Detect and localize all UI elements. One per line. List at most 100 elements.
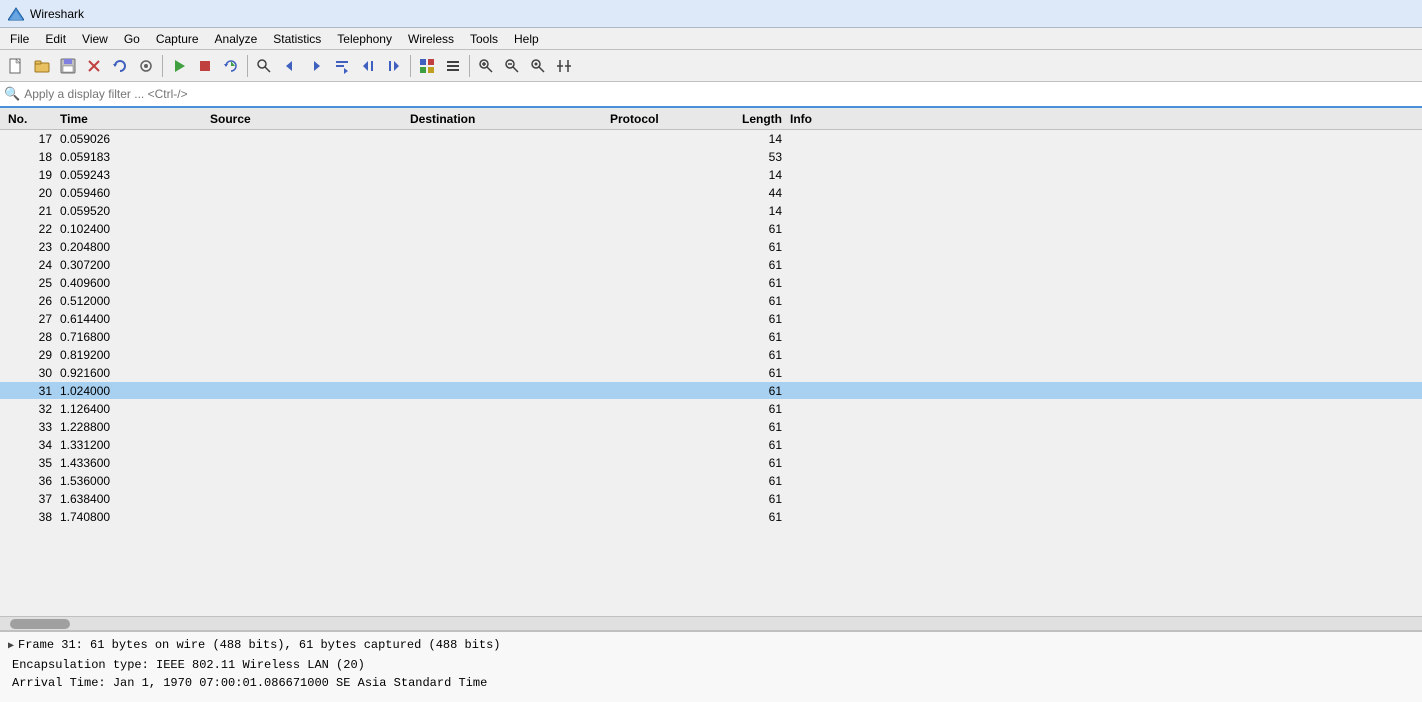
table-row[interactable]: 23 0.204800 61 [0, 238, 1422, 256]
cell-no: 33 [0, 420, 60, 434]
cell-no: 34 [0, 438, 60, 452]
go-forward-icon[interactable] [304, 54, 328, 78]
table-row[interactable]: 32 1.126400 61 [0, 400, 1422, 418]
cell-len: 61 [710, 492, 790, 506]
cell-time: 0.059026 [60, 132, 210, 146]
table-row[interactable]: 18 0.059183 53 [0, 148, 1422, 166]
table-row[interactable]: 30 0.921600 61 [0, 364, 1422, 382]
go-to-packet-icon[interactable] [330, 54, 354, 78]
cell-no: 29 [0, 348, 60, 362]
table-row[interactable]: 25 0.409600 61 [0, 274, 1422, 292]
cell-time: 1.228800 [60, 420, 210, 434]
cell-no: 22 [0, 222, 60, 236]
packet-list-container: No. Time Source Destination Protocol Len… [0, 108, 1422, 616]
table-row[interactable]: 31 1.024000 61 [0, 382, 1422, 400]
cell-no: 26 [0, 294, 60, 308]
table-row[interactable]: 34 1.331200 61 [0, 436, 1422, 454]
table-row[interactable]: 28 0.716800 61 [0, 328, 1422, 346]
menu-item-view[interactable]: View [74, 28, 116, 50]
table-row[interactable]: 24 0.307200 61 [0, 256, 1422, 274]
main-container: No. Time Source Destination Protocol Len… [0, 108, 1422, 702]
filter-icon: 🔍 [4, 86, 20, 102]
menu-item-wireless[interactable]: Wireless [400, 28, 462, 50]
packet-list: 17 0.059026 14 18 0.059183 53 19 0.05924… [0, 130, 1422, 526]
menu-item-analyze[interactable]: Analyze [207, 28, 266, 50]
toolbar [0, 50, 1422, 82]
zoom-normal-icon[interactable] [526, 54, 550, 78]
table-row[interactable]: 26 0.512000 61 [0, 292, 1422, 310]
filter-input[interactable] [24, 87, 1418, 101]
col-header-source: Source [210, 112, 410, 126]
find-packet-icon[interactable] [252, 54, 276, 78]
menu-item-go[interactable]: Go [116, 28, 148, 50]
reload-icon[interactable] [108, 54, 132, 78]
cell-no: 28 [0, 330, 60, 344]
app-title: Wireshark [30, 7, 84, 21]
close-file-icon[interactable] [82, 54, 106, 78]
menu-item-tools[interactable]: Tools [462, 28, 506, 50]
menubar: FileEditViewGoCaptureAnalyzeStatisticsTe… [0, 28, 1422, 50]
titlebar: Wireshark [0, 0, 1422, 28]
cell-time: 1.331200 [60, 438, 210, 452]
first-packet-icon[interactable] [356, 54, 380, 78]
menu-item-capture[interactable]: Capture [148, 28, 207, 50]
table-row[interactable]: 35 1.433600 61 [0, 454, 1422, 472]
cell-no: 27 [0, 312, 60, 326]
table-row[interactable]: 33 1.228800 61 [0, 418, 1422, 436]
table-row[interactable]: 37 1.638400 61 [0, 490, 1422, 508]
cell-len: 61 [710, 402, 790, 416]
scrollbar-track [0, 619, 1422, 629]
menu-item-file[interactable]: File [2, 28, 37, 50]
go-back-icon[interactable] [278, 54, 302, 78]
scrollbar-thumb[interactable] [10, 619, 70, 629]
menu-item-edit[interactable]: Edit [37, 28, 74, 50]
new-file-icon[interactable] [4, 54, 28, 78]
table-row[interactable]: 19 0.059243 14 [0, 166, 1422, 184]
cell-len: 61 [710, 276, 790, 290]
stop-capture-icon[interactable] [193, 54, 217, 78]
table-row[interactable]: 21 0.059520 14 [0, 202, 1422, 220]
last-packet-icon[interactable] [382, 54, 406, 78]
cell-len: 61 [710, 222, 790, 236]
menu-item-telephony[interactable]: Telephony [329, 28, 400, 50]
zoom-in-icon[interactable] [474, 54, 498, 78]
cell-time: 0.059520 [60, 204, 210, 218]
restart-capture-icon[interactable] [219, 54, 243, 78]
table-row[interactable]: 17 0.059026 14 [0, 130, 1422, 148]
detail-item[interactable]: ▶Frame 31: 61 bytes on wire (488 bits), … [8, 636, 1414, 656]
table-row[interactable]: 36 1.536000 61 [0, 472, 1422, 490]
resize-columns-icon[interactable] [552, 54, 576, 78]
zoom-out-icon[interactable] [500, 54, 524, 78]
cell-no: 23 [0, 240, 60, 254]
cell-len: 61 [710, 330, 790, 344]
toolbar-sep-3 [410, 55, 411, 77]
cell-len: 53 [710, 150, 790, 164]
cell-time: 0.059183 [60, 150, 210, 164]
table-row[interactable]: 20 0.059460 44 [0, 184, 1422, 202]
colorize-icon[interactable] [415, 54, 439, 78]
table-row[interactable]: 27 0.614400 61 [0, 310, 1422, 328]
options-icon[interactable] [134, 54, 158, 78]
col-header-time: Time [60, 112, 210, 126]
cell-no: 20 [0, 186, 60, 200]
cell-time: 1.536000 [60, 474, 210, 488]
filter-bar: 🔍 [0, 82, 1422, 108]
horizontal-scrollbar[interactable] [0, 616, 1422, 630]
autoscroll-icon[interactable] [441, 54, 465, 78]
start-capture-icon[interactable] [167, 54, 191, 78]
cell-no: 38 [0, 510, 60, 524]
menu-item-statistics[interactable]: Statistics [265, 28, 329, 50]
col-header-len: Length [710, 112, 790, 126]
table-row[interactable]: 29 0.819200 61 [0, 346, 1422, 364]
expand-icon[interactable]: ▶ [8, 638, 14, 656]
cell-len: 61 [710, 420, 790, 434]
table-row[interactable]: 38 1.740800 61 [0, 508, 1422, 526]
menu-item-help[interactable]: Help [506, 28, 547, 50]
cell-time: 0.059460 [60, 186, 210, 200]
table-row[interactable]: 22 0.102400 61 [0, 220, 1422, 238]
save-file-icon[interactable] [56, 54, 80, 78]
cell-len: 61 [710, 438, 790, 452]
cell-len: 14 [710, 168, 790, 182]
open-file-icon[interactable] [30, 54, 54, 78]
cell-time: 0.059243 [60, 168, 210, 182]
